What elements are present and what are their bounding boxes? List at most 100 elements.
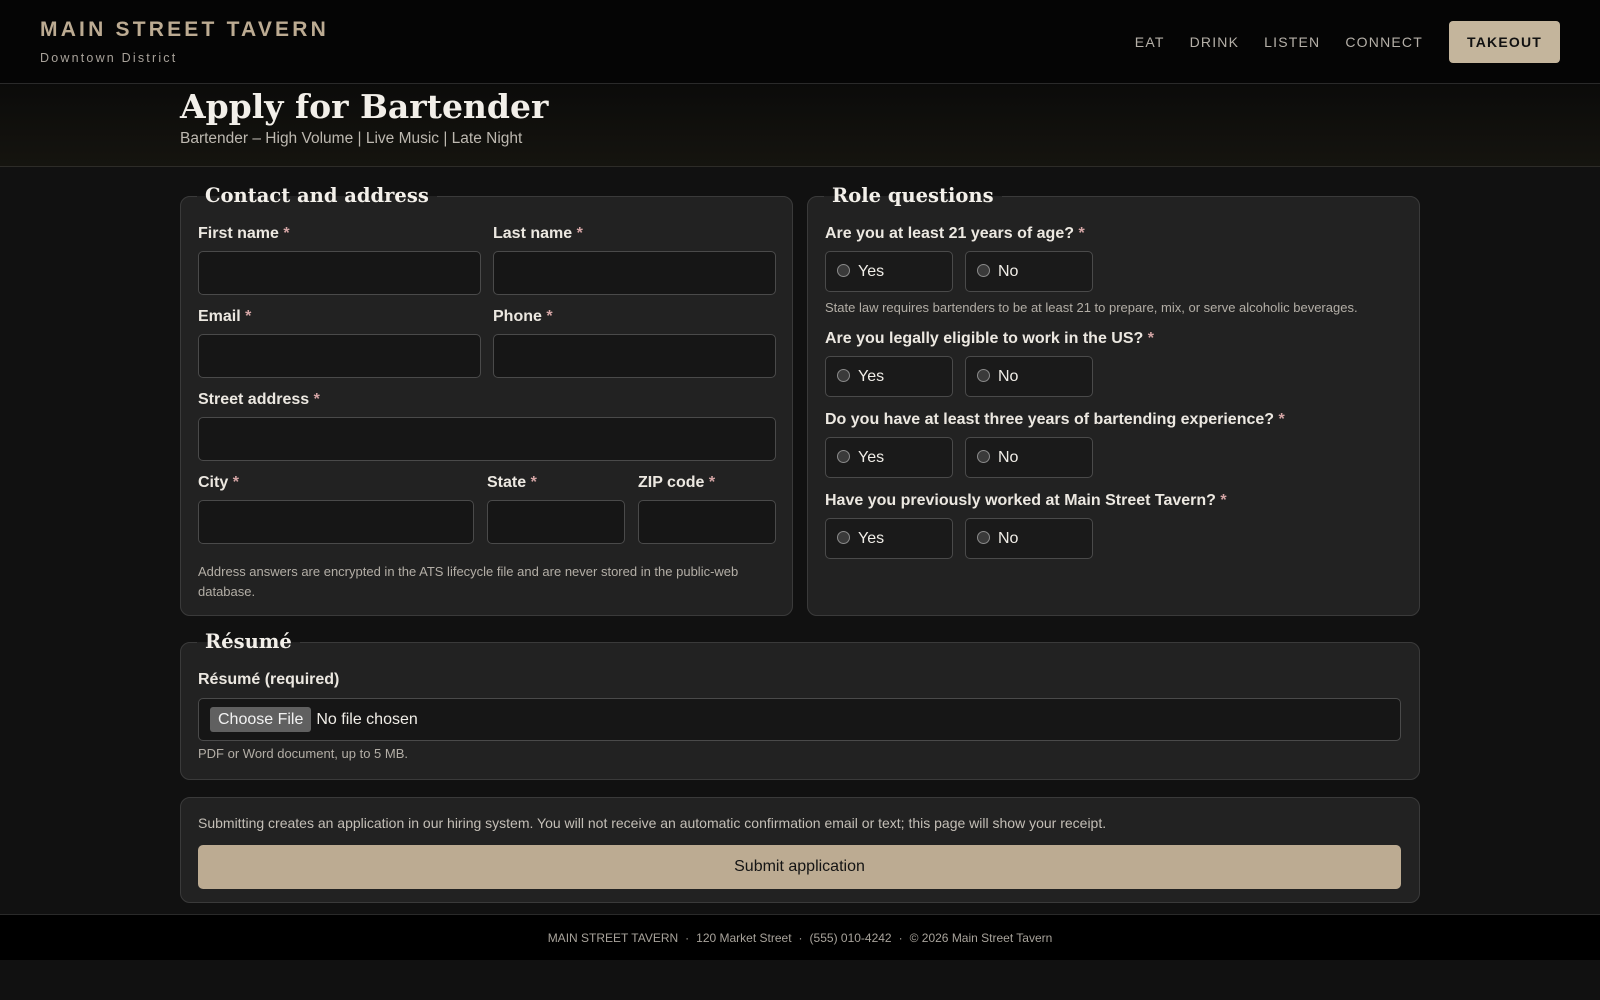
required-marker: * [245,308,252,325]
footer-phone: (555) 010-4242 [809,930,892,945]
required-marker: * [1278,411,1285,428]
submit-application-button[interactable]: Submit application [198,845,1401,889]
brand-name[interactable]: MAIN STREET TAVERN [40,18,329,42]
email-input[interactable] [198,334,481,378]
required-marker: * [1078,225,1085,242]
experience-no-option[interactable]: No [965,437,1093,478]
first-name-label-text: First name [198,225,279,242]
site-footer: MAIN STREET TAVERN · 120 Market Street ·… [0,914,1600,960]
state-input[interactable] [487,500,625,544]
experience-no-label: No [998,448,1019,466]
page-title: Apply for Bartender [180,87,549,126]
zip-code-input[interactable] [638,500,776,544]
footer-copyright: © 2026 Main Street Tavern [909,930,1053,945]
eligibility-no-option[interactable]: No [965,356,1093,397]
phone-input[interactable] [493,334,776,378]
footer-separator: · [898,930,903,945]
street-address-input[interactable] [198,417,776,461]
age-yes-option[interactable]: Yes [825,251,953,292]
eligibility-yes-radio[interactable] [837,368,850,382]
experience-yes-radio[interactable] [837,449,850,463]
age-no-radio[interactable] [977,263,990,277]
state-label: State * [487,474,537,492]
email-label: Email * [198,308,251,326]
question-experience: Do you have at least three years of bart… [825,411,1285,429]
main-nav: EAT DRINK LISTEN CONNECT TAKEOUT [1135,20,1560,63]
resume-file-input[interactable]: Choose File No file chosen [198,698,1401,741]
required-marker: * [576,225,583,242]
email-label-text: Email [198,308,241,325]
experience-no-radio[interactable] [977,449,990,463]
experience-yes-option[interactable]: Yes [825,437,953,478]
application-form: Contact and address First name * Last na… [0,167,1600,914]
phone-label-text: Phone [493,308,542,325]
takeout-button[interactable]: TAKEOUT [1449,20,1560,63]
last-name-input[interactable] [493,251,776,295]
previous-yes-radio[interactable] [837,530,850,544]
previous-yes-label: Yes [858,529,885,547]
footer-separator: · [685,930,690,945]
submit-note: Submitting creates an application in our… [198,815,1107,831]
age-yes-radio[interactable] [837,263,850,277]
age-no-option[interactable]: No [965,251,1093,292]
site-header: MAIN STREET TAVERN Downtown District EAT… [0,0,1600,84]
nav-link-eat[interactable]: EAT [1135,34,1165,50]
city-label-text: City [198,474,229,491]
question-age-text: Are you at least 21 years of age? [825,225,1074,242]
age-requirement-note: State law requires bartenders to be at l… [825,300,1358,315]
role-questions-panel: Role questions Are you at least 21 years… [807,183,1420,616]
question-previous-employment-text: Have you previously worked at Main Stree… [825,492,1216,509]
question-work-eligibility: Are you legally eligible to work in the … [825,330,1154,348]
phone-label: Phone * [493,308,553,326]
required-marker: * [313,391,320,408]
address-encryption-note: Address answers are encrypted in the ATS… [198,564,739,599]
first-name-input[interactable] [198,251,481,295]
footer-name: MAIN STREET TAVERN [547,930,679,945]
experience-yes-label: Yes [858,448,885,466]
eligibility-yes-label: Yes [858,367,885,385]
eligibility-no-radio[interactable] [977,368,990,382]
question-age: Are you at least 21 years of age? * [825,225,1085,243]
footer-address: 120 Market Street [696,930,792,945]
required-marker: * [1220,492,1227,509]
question-work-eligibility-text: Are you legally eligible to work in the … [825,330,1144,347]
age-yes-label: Yes [858,262,885,280]
state-label-text: State [487,474,527,491]
brand-subtitle: Downtown District [40,51,178,65]
choose-file-button[interactable]: Choose File [210,707,312,732]
page-hero: Apply for Bartender Bartender – High Vol… [0,84,1600,167]
required-marker: * [546,308,553,325]
previous-no-label: No [998,529,1019,547]
required-marker: * [1147,330,1154,347]
question-previous-employment: Have you previously worked at Main Stree… [825,492,1227,510]
contact-legend: Contact and address [197,183,437,209]
previous-yes-option[interactable]: Yes [825,518,953,559]
street-address-label: Street address * [198,391,320,409]
nav-link-connect[interactable]: CONNECT [1345,34,1423,50]
required-marker: * [283,225,290,242]
required-marker: * [708,474,716,491]
page-subtitle: Bartender – High Volume | Live Music | L… [180,130,523,147]
footer-separator: · [798,930,803,945]
contact-panel: Contact and address First name * Last na… [180,183,793,616]
street-address-label-text: Street address [198,391,310,408]
required-marker: * [530,474,537,491]
question-experience-text: Do you have at least three years of bart… [825,411,1275,428]
file-status: No file chosen [316,710,418,728]
eligibility-yes-option[interactable]: Yes [825,356,953,397]
role-questions-legend: Role questions [824,183,1002,209]
resume-legend: Résumé [197,629,300,655]
zip-code-label-text: ZIP code [638,474,705,491]
resume-format-note: PDF or Word document, up to 5 MB. [198,746,409,761]
previous-no-radio[interactable] [977,530,990,544]
brand[interactable]: MAIN STREET TAVERN Downtown District [40,18,329,65]
last-name-label: Last name * [493,225,583,243]
resume-label: Résumé (required) [198,671,340,688]
zip-code-label: ZIP code * [638,474,715,492]
nav-link-drink[interactable]: DRINK [1190,34,1240,50]
city-input[interactable] [198,500,474,544]
previous-no-option[interactable]: No [965,518,1093,559]
submit-panel: Submitting creates an application in our… [180,797,1420,903]
nav-link-listen[interactable]: LISTEN [1264,34,1320,50]
resume-panel: Résumé Résumé (required) Choose File No … [180,629,1420,780]
